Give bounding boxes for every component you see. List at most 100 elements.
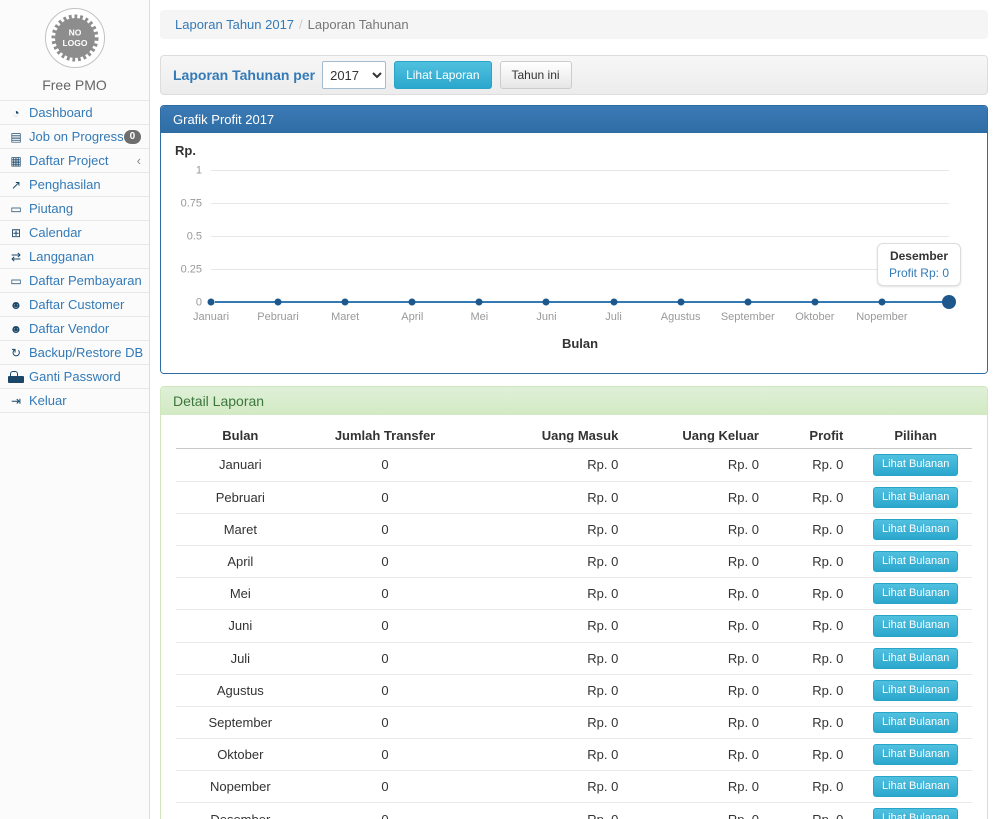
table-row: Januari0Rp. 0Rp. 0Rp. 0Lihat Bulanan [176,449,972,481]
cell-transfer: 0 [305,610,466,642]
table-row: Mei0Rp. 0Rp. 0Rp. 0Lihat Bulanan [176,578,972,610]
cell-keluar: Rp. 0 [642,674,779,706]
sidebar-item-label: Keluar [29,393,67,408]
sidebar-item-calendar[interactable]: ⊞ Calendar [0,221,149,245]
view-monthly-button-september[interactable]: Lihat Bulanan [873,712,958,733]
detail-report-panel: Detail Laporan BulanJumlah TransferUang … [160,386,988,819]
column-header-bulan: Bulan [176,423,305,449]
main-content: Laporan Tahun 2017/Laporan Tahunan Lapor… [150,0,1000,819]
cell-action: Lihat Bulanan [859,706,972,738]
cell-transfer: 0 [305,706,466,738]
cell-transfer: 0 [305,513,466,545]
cell-masuk: Rp. 0 [465,642,642,674]
line-chart-icon: ↗ [8,179,24,191]
view-monthly-button-januari[interactable]: Lihat Bulanan [873,454,958,475]
cell-masuk: Rp. 0 [465,481,642,513]
cell-action: Lihat Bulanan [859,803,972,819]
year-select[interactable]: 2017 [322,61,386,89]
table-row: Agustus0Rp. 0Rp. 0Rp. 0Lihat Bulanan [176,674,972,706]
users-icon: ☻ [8,323,24,335]
sidebar-item-langganan[interactable]: ⇄Langganan [0,245,149,269]
sidebar-item-job-on-progress[interactable]: ▤Job on Progress0 [0,125,149,149]
tasks-icon: ▤ [8,131,24,143]
view-monthly-button-desember[interactable]: Lihat Bulanan [873,808,958,819]
money-icon: ▭ [8,275,24,287]
cell-keluar: Rp. 0 [642,610,779,642]
x-tick-label: April [401,311,423,323]
view-monthly-button-april[interactable]: Lihat Bulanan [873,551,958,572]
this-year-button[interactable]: Tahun ini [500,61,572,89]
view-monthly-button-juni[interactable]: Lihat Bulanan [873,615,958,636]
data-point-september [744,299,751,306]
cell-transfer: 0 [305,545,466,577]
sidebar-item-label: Langganan [29,249,94,264]
view-monthly-button-maret[interactable]: Lihat Bulanan [873,519,958,540]
x-tick-label: Nopember [856,311,907,323]
sidebar-item-daftar-customer[interactable]: ☻Daftar Customer [0,293,149,317]
data-point-desember [942,295,956,309]
cell-month: Oktober [176,739,305,771]
sidebar-item-backup-restore-db[interactable]: ↻Backup/Restore DB [0,341,149,365]
svg-text:LOGO: LOGO [62,38,87,48]
cell-keluar: Rp. 0 [642,771,779,803]
data-point-juni [543,299,550,306]
view-monthly-button-oktober[interactable]: Lihat Bulanan [873,744,958,765]
table-row: Pebruari0Rp. 0Rp. 0Rp. 0Lihat Bulanan [176,481,972,513]
tooltip-month: Desember [889,249,949,263]
cell-profit: Rp. 0 [779,771,859,803]
view-monthly-button-juli[interactable]: Lihat Bulanan [873,648,958,669]
lock-icon [8,376,24,383]
sidebar-item-daftar-vendor[interactable]: ☻Daftar Vendor [0,317,149,341]
view-monthly-button-nopember[interactable]: Lihat Bulanan [873,776,958,797]
cell-profit: Rp. 0 [779,706,859,738]
cell-masuk: Rp. 0 [465,449,642,481]
calendar-icon: ⊞ [8,227,24,239]
refresh-icon: ↻ [8,347,24,359]
cell-profit: Rp. 0 [779,578,859,610]
dashboard-icon: ◔ [8,107,24,119]
cell-month: April [176,545,305,577]
sidebar-item-label: Calendar [29,225,82,240]
cell-masuk: Rp. 0 [465,771,642,803]
sidebar-item-dashboard[interactable]: ◔Dashboard [0,101,149,125]
column-header-uang-keluar: Uang Keluar [642,423,779,449]
sidebar-menu: ◔Dashboard▤Job on Progress0▦Daftar Proje… [0,100,149,413]
cell-profit: Rp. 0 [779,803,859,819]
y-tick-label: 0.75 [181,198,202,210]
table-row: Juli0Rp. 0Rp. 0Rp. 0Lihat Bulanan [176,642,972,674]
cell-month: September [176,706,305,738]
breadcrumb-link-laporan-tahun[interactable]: Laporan Tahun 2017 [175,17,294,32]
table-header-row: BulanJumlah TransferUang MasukUang Kelua… [176,423,972,449]
view-monthly-button-mei[interactable]: Lihat Bulanan [873,583,958,604]
cell-profit: Rp. 0 [779,481,859,513]
view-monthly-button-agustus[interactable]: Lihat Bulanan [873,680,958,701]
chart-body: Rp. 00.250.50.751JanuariPebruariMaretApr… [161,133,987,373]
cell-profit: Rp. 0 [779,545,859,577]
chart-y-axis-title: Rp. [175,143,973,158]
breadcrumb-separator: / [299,17,303,32]
cell-action: Lihat Bulanan [859,481,972,513]
column-header-pilihan: Pilihan [859,423,972,449]
cell-month: Januari [176,449,305,481]
sidebar-item-ganti-password[interactable]: Ganti Password [0,365,149,389]
cell-action: Lihat Bulanan [859,610,972,642]
sidebar-item-piutang[interactable]: ▭Piutang [0,197,149,221]
sidebar-item-daftar-project[interactable]: ▦Daftar Project‹ [0,149,149,173]
cell-month: Nopember [176,771,305,803]
sidebar-item-daftar-pembayaran[interactable]: ▭Daftar Pembayaran [0,269,149,293]
sidebar-item-penghasilan[interactable]: ↗Penghasilan [0,173,149,197]
x-tick-label: Maret [331,311,359,323]
chart-gridline: 1 [211,170,949,171]
y-tick-label: 0.25 [181,264,202,276]
table-row: September0Rp. 0Rp. 0Rp. 0Lihat Bulanan [176,706,972,738]
view-monthly-button-pebruari[interactable]: Lihat Bulanan [873,487,958,508]
sidebar-item-keluar[interactable]: ⇥Keluar [0,389,149,413]
cell-action: Lihat Bulanan [859,513,972,545]
detail-panel-title: Detail Laporan [161,387,987,415]
cell-transfer: 0 [305,771,466,803]
cell-keluar: Rp. 0 [642,642,779,674]
cell-action: Lihat Bulanan [859,642,972,674]
y-tick-label: 0 [196,297,202,309]
view-report-button[interactable]: Lihat Laporan [394,61,491,89]
column-header-uang-masuk: Uang Masuk [465,423,642,449]
